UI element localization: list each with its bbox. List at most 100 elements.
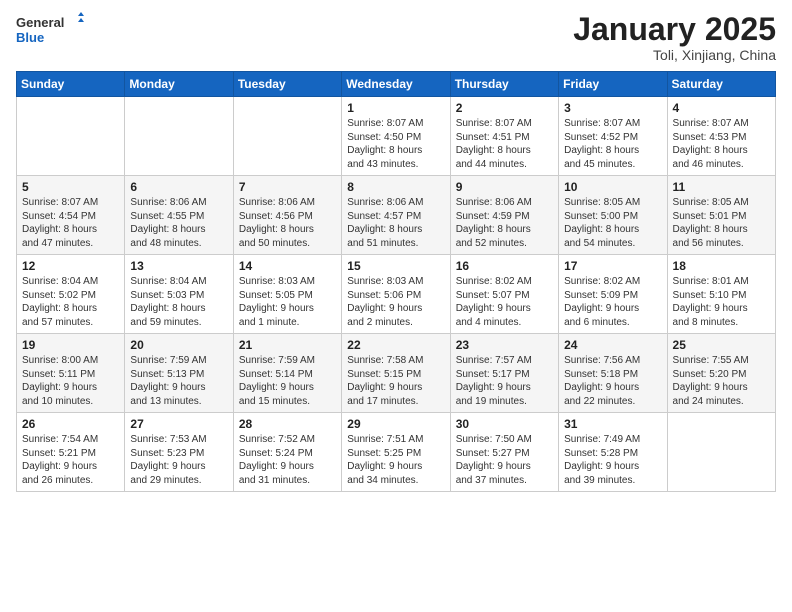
calendar-table: Sunday Monday Tuesday Wednesday Thursday… <box>16 71 776 492</box>
day-number: 27 <box>130 417 227 431</box>
calendar-body: 1Sunrise: 8:07 AM Sunset: 4:50 PM Daylig… <box>17 97 776 492</box>
day-number: 4 <box>673 101 770 115</box>
day-number: 24 <box>564 338 661 352</box>
day-info: Sunrise: 8:02 AM Sunset: 5:09 PM Dayligh… <box>564 275 661 329</box>
cell-0-2 <box>233 97 341 176</box>
day-info: Sunrise: 7:55 AM Sunset: 5:20 PM Dayligh… <box>673 354 770 408</box>
week-row-1: 1Sunrise: 8:07 AM Sunset: 4:50 PM Daylig… <box>17 97 776 176</box>
cell-4-0: 26 Sunrise: 7:54 AM Sunset: 5:21 PM Dayli… <box>17 413 125 492</box>
day-info: Sunrise: 8:07 AM Sunset: 4:51 PM Dayligh… <box>456 117 553 171</box>
col-thursday: Thursday <box>450 72 558 97</box>
day-info: Sunrise: 8:07 AM Sunset: 4:53 PM Dayligh… <box>673 117 770 171</box>
day-info: Sunrise: 8:02 AM Sunset: 5:07 PM Dayligh… <box>456 275 553 329</box>
day-info: Sunrise: 8:07 AM Sunset: 4:50 PM Dayligh… <box>347 117 444 171</box>
day-info: Sunrise: 7:53 AM Sunset: 5:23 PM Dayligh… <box>130 433 227 487</box>
cell-1-5: 10Sunrise: 8:05 AM Sunset: 5:00 PM Dayli… <box>559 176 667 255</box>
cell-1-4: 9 Sunrise: 8:06 AM Sunset: 4:59 PM Daylig… <box>450 176 558 255</box>
col-sunday: Sunday <box>17 72 125 97</box>
day-number: 20 <box>130 338 227 352</box>
cell-2-5: 17 Sunrise: 8:02 AM Sunset: 5:09 PM Dayli… <box>559 255 667 334</box>
col-friday: Friday <box>559 72 667 97</box>
cell-3-6: 25Sunrise: 7:55 AM Sunset: 5:20 PM Dayli… <box>667 334 775 413</box>
day-info: Sunrise: 7:57 AM Sunset: 5:17 PM Dayligh… <box>456 354 553 408</box>
day-info: Sunrise: 8:03 AM Sunset: 5:06 PM Dayligh… <box>347 275 444 329</box>
cell-1-0: 5 Sunrise: 8:07 AM Sunset: 4:54 PM Daylig… <box>17 176 125 255</box>
day-number: 26 <box>22 417 119 431</box>
day-info: Sunrise: 8:00 AM Sunset: 5:11 PM Dayligh… <box>22 354 119 408</box>
cell-4-5: 31 Sunrise: 7:49 AM Sunset: 5:28 PM Dayli… <box>559 413 667 492</box>
cell-2-4: 16 Sunrise: 8:02 AM Sunset: 5:07 PM Dayli… <box>450 255 558 334</box>
week-row-5: 26 Sunrise: 7:54 AM Sunset: 5:21 PM Dayli… <box>17 413 776 492</box>
cell-0-3: 1Sunrise: 8:07 AM Sunset: 4:50 PM Daylig… <box>342 97 450 176</box>
svg-text:Blue: Blue <box>16 30 44 45</box>
day-number: 6 <box>130 180 227 194</box>
day-number: 10 <box>564 180 661 194</box>
week-row-2: 5 Sunrise: 8:07 AM Sunset: 4:54 PM Daylig… <box>17 176 776 255</box>
day-info: Sunrise: 8:05 AM Sunset: 5:01 PM Dayligh… <box>673 196 770 250</box>
day-number: 23 <box>456 338 553 352</box>
cell-3-1: 20 Sunrise: 7:59 AM Sunset: 5:13 PM Dayli… <box>125 334 233 413</box>
day-info: Sunrise: 7:54 AM Sunset: 5:21 PM Dayligh… <box>22 433 119 487</box>
day-info: Sunrise: 7:52 AM Sunset: 5:24 PM Dayligh… <box>239 433 336 487</box>
col-monday: Monday <box>125 72 233 97</box>
day-number: 29 <box>347 417 444 431</box>
cell-1-3: 8Sunrise: 8:06 AM Sunset: 4:57 PM Daylig… <box>342 176 450 255</box>
day-number: 9 <box>456 180 553 194</box>
cell-2-2: 14 Sunrise: 8:03 AM Sunset: 5:05 PM Dayli… <box>233 255 341 334</box>
day-info: Sunrise: 7:56 AM Sunset: 5:18 PM Dayligh… <box>564 354 661 408</box>
svg-text:General: General <box>16 15 64 30</box>
week-row-4: 19 Sunrise: 8:00 AM Sunset: 5:11 PM Dayli… <box>17 334 776 413</box>
cell-2-6: 18Sunrise: 8:01 AM Sunset: 5:10 PM Dayli… <box>667 255 775 334</box>
day-info: Sunrise: 7:49 AM Sunset: 5:28 PM Dayligh… <box>564 433 661 487</box>
day-info: Sunrise: 8:06 AM Sunset: 4:55 PM Dayligh… <box>130 196 227 250</box>
day-number: 2 <box>456 101 553 115</box>
day-info: Sunrise: 8:06 AM Sunset: 4:56 PM Dayligh… <box>239 196 336 250</box>
day-number: 19 <box>22 338 119 352</box>
day-info: Sunrise: 8:06 AM Sunset: 4:59 PM Dayligh… <box>456 196 553 250</box>
cell-1-1: 6 Sunrise: 8:06 AM Sunset: 4:55 PM Daylig… <box>125 176 233 255</box>
day-number: 5 <box>22 180 119 194</box>
cell-0-5: 3Sunrise: 8:07 AM Sunset: 4:52 PM Daylig… <box>559 97 667 176</box>
col-tuesday: Tuesday <box>233 72 341 97</box>
day-number: 31 <box>564 417 661 431</box>
cell-2-1: 13Sunrise: 8:04 AM Sunset: 5:03 PM Dayli… <box>125 255 233 334</box>
cell-4-2: 28 Sunrise: 7:52 AM Sunset: 5:24 PM Dayli… <box>233 413 341 492</box>
day-number: 7 <box>239 180 336 194</box>
day-info: Sunrise: 8:01 AM Sunset: 5:10 PM Dayligh… <box>673 275 770 329</box>
day-number: 28 <box>239 417 336 431</box>
day-info: Sunrise: 7:51 AM Sunset: 5:25 PM Dayligh… <box>347 433 444 487</box>
cell-0-1 <box>125 97 233 176</box>
day-info: Sunrise: 8:03 AM Sunset: 5:05 PM Dayligh… <box>239 275 336 329</box>
week-row-3: 12Sunrise: 8:04 AM Sunset: 5:02 PM Dayli… <box>17 255 776 334</box>
day-number: 11 <box>673 180 770 194</box>
day-number: 17 <box>564 259 661 273</box>
day-info: Sunrise: 8:06 AM Sunset: 4:57 PM Dayligh… <box>347 196 444 250</box>
day-number: 14 <box>239 259 336 273</box>
day-number: 16 <box>456 259 553 273</box>
cell-0-0 <box>17 97 125 176</box>
logo: General Blue <box>16 12 86 53</box>
cell-1-6: 11 Sunrise: 8:05 AM Sunset: 5:01 PM Dayli… <box>667 176 775 255</box>
day-number: 15 <box>347 259 444 273</box>
day-number: 12 <box>22 259 119 273</box>
col-saturday: Saturday <box>667 72 775 97</box>
page: General Blue January 2025 Toli, Xinjiang… <box>0 0 792 612</box>
col-wednesday: Wednesday <box>342 72 450 97</box>
day-info: Sunrise: 7:59 AM Sunset: 5:13 PM Dayligh… <box>130 354 227 408</box>
cell-3-3: 22Sunrise: 7:58 AM Sunset: 5:15 PM Dayli… <box>342 334 450 413</box>
cell-4-3: 29 Sunrise: 7:51 AM Sunset: 5:25 PM Dayli… <box>342 413 450 492</box>
logo-image: General Blue <box>16 12 86 48</box>
header-row: Sunday Monday Tuesday Wednesday Thursday… <box>17 72 776 97</box>
calendar-title: January 2025 <box>573 12 776 47</box>
day-number: 13 <box>130 259 227 273</box>
day-info: Sunrise: 8:07 AM Sunset: 4:54 PM Dayligh… <box>22 196 119 250</box>
cell-1-2: 7 Sunrise: 8:06 AM Sunset: 4:56 PM Daylig… <box>233 176 341 255</box>
day-info: Sunrise: 8:07 AM Sunset: 4:52 PM Dayligh… <box>564 117 661 171</box>
day-info: Sunrise: 7:58 AM Sunset: 5:15 PM Dayligh… <box>347 354 444 408</box>
logo-svg: General Blue <box>16 12 86 53</box>
day-info: Sunrise: 7:50 AM Sunset: 5:27 PM Dayligh… <box>456 433 553 487</box>
cell-3-4: 23 Sunrise: 7:57 AM Sunset: 5:17 PM Dayli… <box>450 334 558 413</box>
day-number: 21 <box>239 338 336 352</box>
cell-2-3: 15 Sunrise: 8:03 AM Sunset: 5:06 PM Dayli… <box>342 255 450 334</box>
cell-0-4: 2 Sunrise: 8:07 AM Sunset: 4:51 PM Daylig… <box>450 97 558 176</box>
